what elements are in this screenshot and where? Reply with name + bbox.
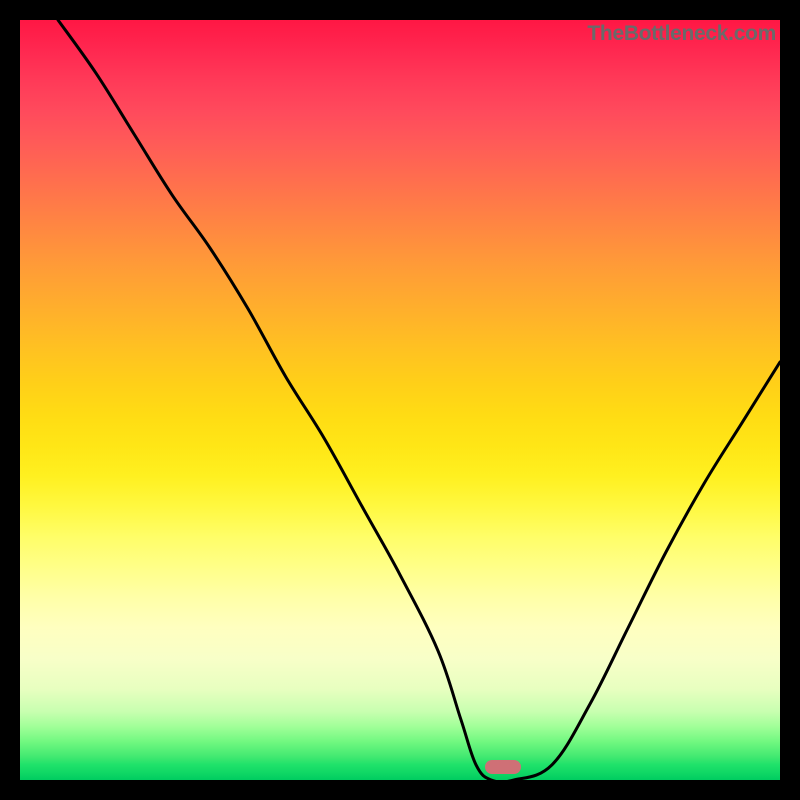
plot-area: TheBottleneck.com <box>20 20 780 780</box>
bottleneck-curve <box>20 20 780 780</box>
optimal-marker <box>485 760 521 774</box>
chart-container: TheBottleneck.com <box>0 0 800 800</box>
